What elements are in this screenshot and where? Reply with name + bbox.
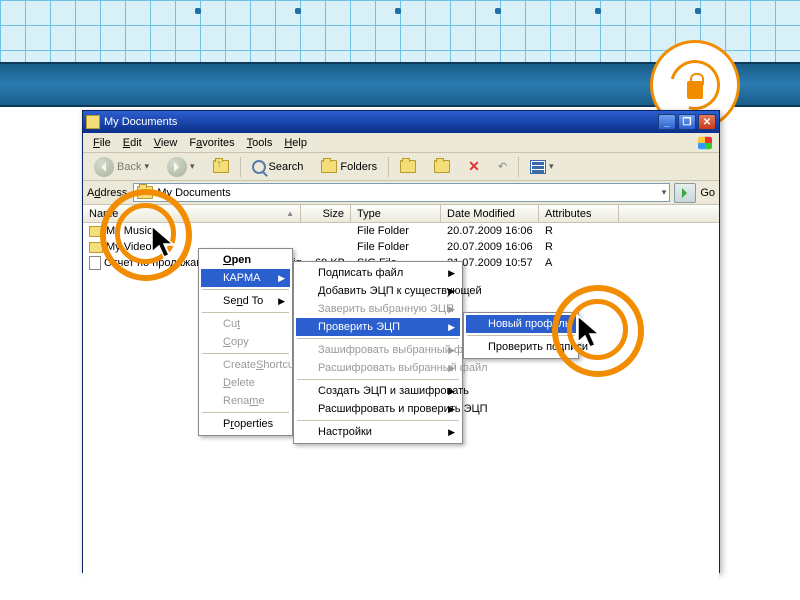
sub-decver[interactable]: Расшифровать и проверить ЭЦП▶ <box>296 400 460 418</box>
search-icon <box>252 160 266 174</box>
delete-x-icon: ✕ <box>468 158 480 175</box>
copyto-button[interactable] <box>427 156 457 178</box>
up-button[interactable] <box>206 156 236 178</box>
undo-button[interactable]: ↶ <box>491 156 514 178</box>
folder-icon <box>86 115 100 129</box>
ctx-properties[interactable]: Properties <box>201 415 290 433</box>
back-icon <box>94 157 114 177</box>
submenu-arrow-icon: ▶ <box>448 386 455 397</box>
menu-tools[interactable]: Tools <box>241 135 279 151</box>
delete-button[interactable]: ✕ <box>461 156 487 178</box>
folders-button[interactable]: Folders <box>314 156 384 178</box>
submenu-verify: Новый профиль Проверить подписи <box>463 312 579 359</box>
forward-button[interactable]: ▾ <box>160 156 202 178</box>
sort-asc-icon: ▲ <box>286 209 294 218</box>
submenu-arrow-icon: ▶ <box>448 404 455 415</box>
go-arrow-icon <box>682 188 692 198</box>
ctx-shortcut[interactable]: Create Shortcut <box>201 356 290 374</box>
list-item[interactable]: My Videos File Folder 20.07.2009 16:06 R <box>83 239 719 255</box>
titlebar[interactable]: My Documents _ ❐ ✕ <box>83 111 719 133</box>
submenu-arrow-icon: ▶ <box>448 345 455 356</box>
sub-addsig[interactable]: Добавить ЭЦП к существующей▶ <box>296 282 460 300</box>
submenu-arrow-icon: ▶ <box>448 322 455 333</box>
sub-checksigs[interactable]: Проверить подписи <box>466 338 576 356</box>
moveto-button[interactable] <box>393 156 423 178</box>
sub-encryptsel[interactable]: Зашифровать выбранный файл▶ <box>296 341 460 359</box>
column-headers: Name▲ Size Type Date Modified Attributes <box>83 205 719 223</box>
toolbar: Back ▾ ▾ Search Folders ✕ ↶ ▾ <box>83 153 719 181</box>
ctx-rename[interactable]: Rename <box>201 392 290 410</box>
folder-icon <box>89 242 103 253</box>
address-field[interactable]: My Documents ▾ <box>133 183 670 202</box>
submenu-karma: Подписать файл▶ Добавить ЭЦП к существую… <box>293 261 463 444</box>
ctx-open[interactable]: Open <box>201 251 290 269</box>
col-type[interactable]: Type <box>351 205 441 222</box>
submenu-arrow-icon: ▶ <box>448 268 455 279</box>
folder-icon <box>137 186 153 199</box>
list-item[interactable]: My Music File Folder 20.07.2009 16:06 R <box>83 223 719 239</box>
ctx-copy[interactable]: Copy <box>201 333 290 351</box>
menu-edit[interactable]: Edit <box>117 135 148 151</box>
submenu-arrow-icon: ▶ <box>448 427 455 438</box>
menu-view[interactable]: View <box>148 135 184 151</box>
up-folder-icon <box>213 160 229 173</box>
sig-file-icon <box>89 256 101 270</box>
windows-flag-icon <box>698 136 712 149</box>
address-label: Address <box>87 187 129 199</box>
go-label: Go <box>700 187 715 199</box>
views-button[interactable]: ▾ <box>523 156 561 178</box>
menu-favorites[interactable]: Favorites <box>183 135 240 151</box>
col-size[interactable]: Size <box>301 205 351 222</box>
ctx-cut[interactable]: Cut <box>201 315 290 333</box>
context-menu: Open КАРМА▶ Send To▶ Cut Copy Create Sho… <box>198 248 293 436</box>
col-name[interactable]: Name▲ <box>83 205 301 222</box>
ctx-karma[interactable]: КАРМА▶ <box>201 269 290 287</box>
col-attr[interactable]: Attributes <box>539 205 619 222</box>
views-icon <box>530 160 546 174</box>
menubar: File Edit View Favorites Tools Help <box>83 133 719 153</box>
ctx-delete[interactable]: Delete <box>201 374 290 392</box>
address-bar: Address My Documents ▾ Go <box>83 181 719 205</box>
submenu-arrow-icon: ▶ <box>448 304 455 315</box>
back-button[interactable]: Back ▾ <box>87 156 156 178</box>
sub-verifysel[interactable]: Заверить выбранную ЭЦП▶ <box>296 300 460 318</box>
lock-icon <box>687 81 703 99</box>
maximize-button[interactable]: ❐ <box>678 114 696 130</box>
go-button[interactable] <box>674 183 696 203</box>
menu-help[interactable]: Help <box>278 135 313 151</box>
window-title: My Documents <box>104 116 656 128</box>
ctx-sendto[interactable]: Send To▶ <box>201 292 290 310</box>
submenu-arrow-icon: ▶ <box>278 296 285 307</box>
folder-icon <box>89 226 103 237</box>
sub-sign[interactable]: Подписать файл▶ <box>296 264 460 282</box>
submenu-arrow-icon: ▶ <box>448 363 455 374</box>
col-date[interactable]: Date Modified <box>441 205 539 222</box>
undo-icon: ↶ <box>498 160 507 173</box>
chevron-down-icon[interactable]: ▾ <box>662 187 667 198</box>
forward-icon <box>167 157 187 177</box>
sub-signenc[interactable]: Создать ЭЦП и зашифровать▶ <box>296 382 460 400</box>
sub-verify[interactable]: Проверить ЭЦП▶ <box>296 318 460 336</box>
sub-decryptsel[interactable]: Расшифровать выбранный файл▶ <box>296 359 460 377</box>
folders-icon <box>321 160 337 173</box>
minimize-button[interactable]: _ <box>658 114 676 130</box>
address-value: My Documents <box>157 187 230 199</box>
close-button[interactable]: ✕ <box>698 114 716 130</box>
submenu-arrow-icon: ▶ <box>278 273 285 284</box>
search-button[interactable]: Search <box>245 156 311 178</box>
submenu-arrow-icon: ▶ <box>448 286 455 297</box>
sub-settings[interactable]: Настройки▶ <box>296 423 460 441</box>
menu-file[interactable]: File <box>87 135 117 151</box>
sub-newprofile[interactable]: Новый профиль <box>466 315 576 333</box>
